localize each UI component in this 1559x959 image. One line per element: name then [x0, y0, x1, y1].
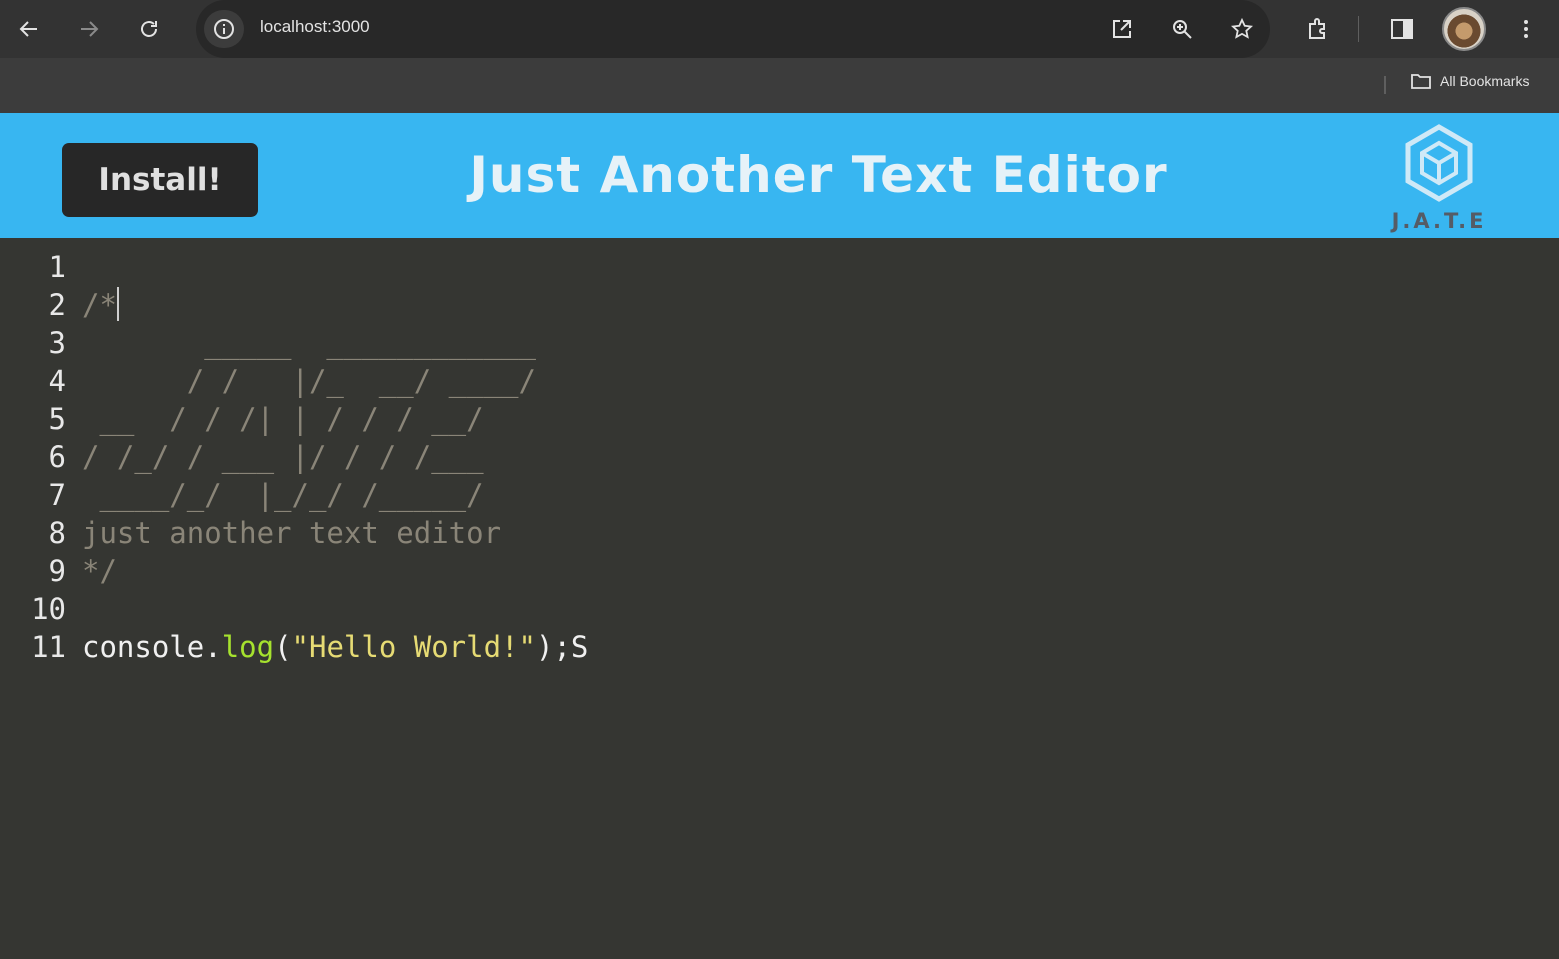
side-panel-button[interactable] — [1381, 8, 1423, 50]
line-number: 1 — [48, 250, 66, 284]
open-external-icon — [1113, 20, 1131, 38]
more-vertical-icon — [1524, 20, 1528, 38]
back-arrow-icon — [19, 21, 37, 37]
code-string: "Hello World!" — [291, 630, 536, 664]
url-text[interactable]: localhost:3000 — [260, 17, 370, 37]
bookmarks-divider — [1384, 76, 1386, 94]
line-number: 8 — [48, 516, 66, 550]
puzzle-icon — [1309, 18, 1325, 39]
app-header: Install! Just Another Text Editor J.A.T.… — [0, 113, 1559, 238]
browser-menu-button[interactable] — [1505, 8, 1547, 50]
code-object: console. — [82, 630, 222, 664]
line-code: ____/_/ |_/_/ /_____/ — [82, 478, 484, 512]
logo-text: J.A.T.E — [1391, 209, 1487, 233]
page-title: Just Another Text Editor — [469, 146, 1168, 204]
app-logo: J.A.T.E — [1386, 123, 1492, 233]
line-number: 10 — [31, 592, 66, 626]
line-code: just another text editor — [82, 516, 502, 550]
line-code: /* — [82, 286, 119, 324]
zoom-in-icon — [1173, 20, 1192, 39]
bookmarks-bar: All Bookmarks — [0, 58, 1559, 113]
forward-arrow-icon — [81, 21, 99, 37]
line-number: 2 — [48, 288, 66, 322]
reload-button[interactable] — [128, 8, 170, 50]
browser-toolbar: localhost:3000 — [0, 0, 1559, 58]
bookmark-star-button[interactable] — [1226, 13, 1258, 45]
profile-avatar[interactable] — [1442, 7, 1486, 51]
code-function: log — [221, 630, 275, 664]
line-number: 7 — [48, 478, 66, 512]
line-code: / / |/_ __/ ____/ — [82, 364, 536, 398]
all-bookmarks-label: All Bookmarks — [1440, 73, 1530, 89]
extensions-button[interactable] — [1297, 8, 1339, 50]
code-editor[interactable]: 1 2 /* 3 _____ ____________ 4 / / |/_ __/… — [0, 238, 1559, 959]
logo-icon — [1405, 124, 1473, 202]
address-bar[interactable]: localhost:3000 — [196, 0, 1270, 58]
line-code: __ / / /| | / / / __/ — [82, 402, 484, 436]
info-icon — [214, 19, 234, 39]
line-number: 11 — [31, 630, 66, 664]
forward-button[interactable] — [68, 8, 110, 50]
side-panel-icon — [1391, 19, 1413, 39]
line-number: 3 — [48, 326, 66, 360]
line-number: 6 — [48, 440, 66, 474]
zoom-button[interactable] — [1166, 13, 1198, 45]
folder-icon — [1411, 74, 1431, 89]
toolbar-divider — [1358, 16, 1359, 42]
line-number: 9 — [48, 554, 66, 588]
comment-open: /* — [82, 288, 117, 322]
text-cursor — [116, 287, 119, 321]
line-code: / /_/ / ___ |/ / / /___ — [82, 440, 484, 474]
line-code: _____ ____________ — [82, 326, 536, 360]
line-code: console.log("Hello World!");S — [82, 628, 588, 666]
open-in-app-button[interactable] — [1106, 13, 1138, 45]
reload-icon — [141, 21, 157, 37]
back-button[interactable] — [8, 8, 50, 50]
all-bookmarks-button[interactable]: All Bookmarks — [1410, 72, 1529, 90]
site-info-button[interactable] — [204, 10, 244, 48]
line-number: 5 — [48, 402, 66, 436]
line-number: 4 — [48, 364, 66, 398]
code-paren-open: ( — [274, 630, 292, 664]
code-paren-close: );S — [535, 630, 589, 664]
star-icon — [1231, 18, 1253, 39]
line-code: */ — [82, 554, 117, 588]
